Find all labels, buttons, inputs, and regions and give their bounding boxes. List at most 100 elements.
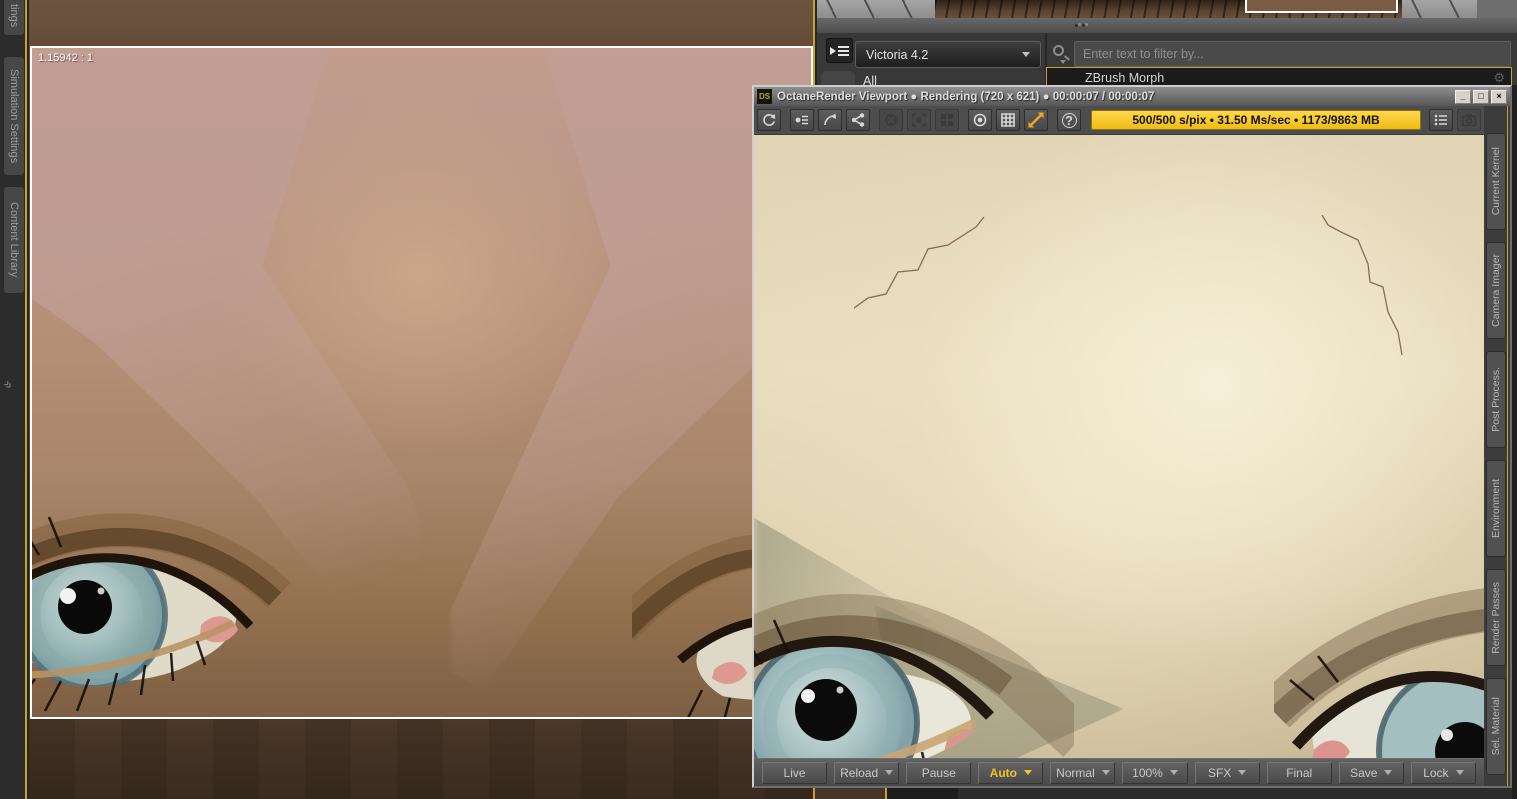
tab-label: Camera Imager xyxy=(1490,254,1502,327)
help-button[interactable]: ? xyxy=(1057,109,1081,131)
gear-icon[interactable]: ⚙ xyxy=(1493,71,1505,84)
left-eye-render xyxy=(754,594,1074,758)
button-label: Save xyxy=(1350,765,1378,780)
viewport-aspect-frame: 1.15942 : 1 xyxy=(30,46,813,719)
right-eye-render xyxy=(1274,588,1484,758)
chevron-down-icon xyxy=(1023,770,1032,775)
octane-bottom-toolbar: Live Reload Pause Auto Normal 100% SFX F… xyxy=(754,758,1484,786)
button-label: SFX xyxy=(1207,765,1232,780)
fit-viewport-button[interactable] xyxy=(1024,109,1048,131)
button-label: Final xyxy=(1286,765,1313,780)
pane-sliver xyxy=(887,788,958,799)
snapshot-camera-button xyxy=(1457,109,1481,131)
button-label: Reload xyxy=(840,765,879,780)
chevron-down-icon xyxy=(1169,770,1178,775)
viewport-render-face: 1.15942 : 1 xyxy=(32,48,811,717)
node-selector-dropdown[interactable]: Victoria 4.2 xyxy=(855,41,1041,68)
render-log-button[interactable] xyxy=(1429,109,1453,131)
chevron-down-icon xyxy=(1022,52,1030,57)
octane-toolbar: ? 500/500 s/pix • 31.50 Ms/sec • 1173/98… xyxy=(754,106,1484,135)
send-to-octane-button[interactable] xyxy=(818,109,842,131)
quad-view-button xyxy=(935,109,959,131)
chevron-down-icon xyxy=(885,770,894,775)
splitter-grip-icon xyxy=(1075,24,1078,27)
button-label: Live xyxy=(783,765,806,780)
render-progress-text: 500/500 s/pix • 31.50 Ms/sec • 1173/9863… xyxy=(1132,113,1380,127)
sidebar-tab-label: Simulation Settings xyxy=(8,68,20,164)
mesh-grid-button[interactable] xyxy=(996,109,1020,131)
tab-current-kernel[interactable]: Current Kernel xyxy=(1486,133,1506,230)
tab-label: Render Passes xyxy=(1490,581,1502,654)
question-mark-icon: ? xyxy=(1061,112,1077,128)
aux-groundplane-left xyxy=(817,0,935,18)
export-scene-button[interactable] xyxy=(846,109,870,131)
chevron-down-icon xyxy=(1101,770,1110,775)
button-label: Auto xyxy=(989,765,1017,780)
sfx-button[interactable]: SFX xyxy=(1194,761,1260,784)
tab-label: Sel. Material xyxy=(1490,697,1502,756)
tab-label: Environment xyxy=(1490,479,1502,538)
auto-button[interactable]: Auto xyxy=(978,761,1044,784)
button-label: Lock xyxy=(1423,765,1449,780)
maximize-button[interactable]: □ xyxy=(1473,89,1489,104)
final-button[interactable]: Final xyxy=(1266,761,1332,784)
horizontal-splitter[interactable] xyxy=(817,18,1517,33)
pane-menu-lines-icon xyxy=(838,49,849,52)
daz-main-viewport[interactable]: 1.15942 : 1 xyxy=(29,0,815,799)
screen-edge-sliver xyxy=(1512,85,1517,799)
button-label: 100% xyxy=(1132,765,1163,780)
refresh-button[interactable] xyxy=(757,109,781,131)
left-eye-render xyxy=(32,513,291,712)
tab-post-process[interactable]: Post Process. xyxy=(1486,351,1506,448)
close-button[interactable]: × xyxy=(1491,89,1507,104)
search-options-chevron-icon[interactable] xyxy=(1060,60,1066,64)
ds-app-icon: DS xyxy=(757,89,772,104)
pane-menu-button[interactable] xyxy=(826,38,853,63)
aux-right-edge xyxy=(1477,0,1517,18)
reload-button[interactable]: Reload xyxy=(834,761,900,784)
zoom-level-button[interactable]: 100% xyxy=(1122,761,1188,784)
live-button[interactable]: Live xyxy=(762,761,828,784)
search-icon[interactable] xyxy=(1053,45,1064,56)
sidebar-tab-partial[interactable]: tings xyxy=(3,0,25,36)
octane-settings-tabstrip: Current Kernel Camera Imager Post Proces… xyxy=(1484,106,1510,786)
tab-sel-material[interactable]: Sel. Material xyxy=(1486,678,1506,775)
render-progress-bar: 500/500 s/pix • 31.50 Ms/sec • 1173/9863… xyxy=(1091,110,1421,130)
chevron-down-icon xyxy=(1384,770,1393,775)
pane-sliver xyxy=(958,788,1517,799)
tab-environment[interactable]: Environment xyxy=(1486,460,1506,557)
render-region-button[interactable] xyxy=(968,109,992,131)
tab-label: Post Process. xyxy=(1490,367,1502,432)
filter-input[interactable] xyxy=(1074,41,1511,67)
normal-mode-button[interactable]: Normal xyxy=(1050,761,1116,784)
sidebar-tab-label: tings xyxy=(8,4,20,28)
morph-item-label: ZBrush Morph xyxy=(1085,71,1165,85)
aux-groundplane-right xyxy=(1402,0,1477,18)
pause-button[interactable]: Pause xyxy=(906,761,972,784)
sidebar-tab-content-library[interactable]: Content Library xyxy=(3,186,25,294)
octane-render-image[interactable] xyxy=(754,135,1484,758)
render-target-node-button[interactable] xyxy=(790,109,814,131)
save-button[interactable]: Save xyxy=(1338,761,1404,784)
octane-titlebar[interactable]: DS OctaneRender Viewport ● Rendering (72… xyxy=(754,87,1510,106)
sidebar-tab-label: Content Library xyxy=(8,202,20,278)
aux-viewport-sliver[interactable] xyxy=(817,0,1517,18)
dock-collapse-chevron-icon[interactable]: » xyxy=(0,376,17,393)
octane-render-window: DS OctaneRender Viewport ● Rendering (72… xyxy=(752,85,1512,788)
lock-button[interactable]: Lock xyxy=(1410,761,1476,784)
node-selector-value: Victoria 4.2 xyxy=(866,47,929,62)
chevron-down-icon xyxy=(1238,770,1247,775)
window-title: OctaneRender Viewport ● Rendering (720 x… xyxy=(777,90,1155,103)
pick-focus-button xyxy=(879,109,903,131)
tab-camera-imager[interactable]: Camera Imager xyxy=(1486,242,1506,339)
sidebar-tab-simulation-settings[interactable]: Simulation Settings xyxy=(3,56,25,176)
pick-material-button xyxy=(907,109,931,131)
chevron-down-icon xyxy=(1455,770,1464,775)
minimize-button[interactable]: _ xyxy=(1455,89,1471,104)
tab-label: Current Kernel xyxy=(1490,147,1502,216)
daz-studio-screen: tings Simulation Settings Content Librar… xyxy=(0,0,1517,799)
aspect-ratio-label: 1.15942 : 1 xyxy=(38,52,94,64)
button-label: Normal xyxy=(1056,765,1095,780)
left-dock-tabstrip: tings Simulation Settings Content Librar… xyxy=(0,0,27,799)
tab-render-passes[interactable]: Render Passes xyxy=(1486,569,1506,666)
